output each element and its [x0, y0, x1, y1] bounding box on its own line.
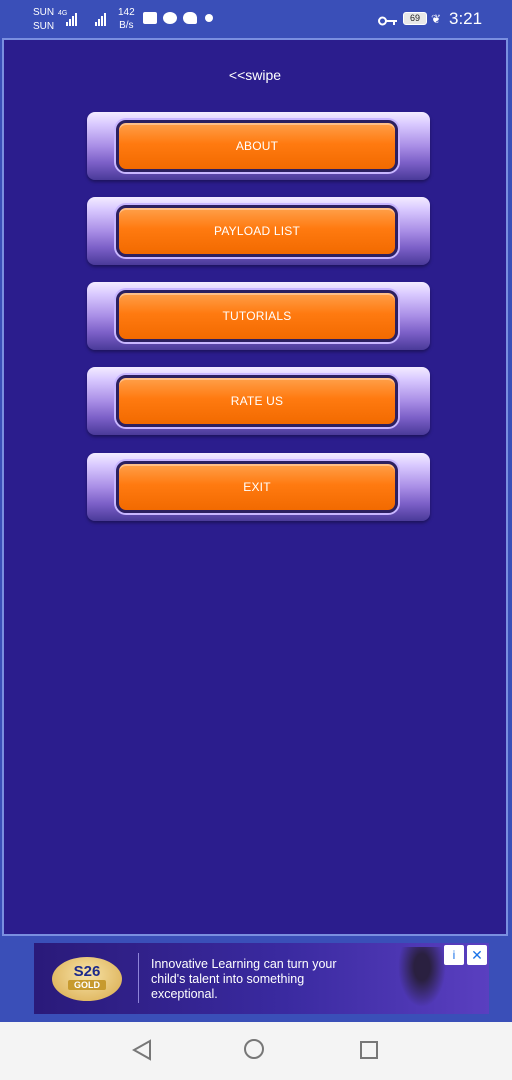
recent-apps-icon[interactable] — [360, 1041, 378, 1059]
activity-icon — [143, 12, 157, 24]
speed-unit: B/s — [119, 20, 134, 31]
ad-headline[interactable]: Innovative Learning can turn your child'… — [151, 957, 351, 1002]
key-icon — [378, 13, 398, 31]
chat-icon — [183, 12, 197, 24]
ad-logo-sub: GOLD — [68, 980, 106, 990]
swipe-hint: <<swipe — [228, 67, 282, 83]
carrier-label-secondary: SUN — [33, 21, 55, 32]
back-icon[interactable] — [131, 1039, 152, 1066]
ad-logo-text: S26 — [73, 963, 101, 980]
ad-close-icon[interactable]: ✕ — [467, 945, 487, 965]
navigation-bar — [0, 1022, 512, 1080]
ad-divider — [138, 953, 139, 1003]
signal-icon — [66, 10, 77, 26]
about-button-label[interactable]: ABOUT — [116, 120, 398, 172]
messenger-icon — [163, 12, 177, 24]
home-icon[interactable] — [244, 1039, 264, 1059]
app-panel: <<swipe ABOUT PAYLOAD LIST TUTORIALS RAT… — [2, 38, 508, 936]
exit-button[interactable]: EXIT — [87, 453, 430, 521]
payload-list-button-label[interactable]: PAYLOAD LIST — [116, 205, 398, 257]
battery-icon: 69 — [403, 12, 427, 25]
payload-list-button[interactable]: PAYLOAD LIST — [87, 197, 430, 265]
status-bar: SUN SUN 4G 142 B/s 69 ❦ 3:21 — [0, 0, 512, 38]
tutorials-button-label[interactable]: TUTORIALS — [116, 290, 398, 342]
rate-us-button-label[interactable]: RATE US — [116, 375, 398, 427]
notification-dot-icon — [205, 14, 213, 22]
speed-value: 142 — [118, 7, 135, 18]
ad-logo: S26 GOLD — [52, 957, 122, 1001]
carrier-label: SUN — [33, 7, 55, 18]
rate-us-button[interactable]: RATE US — [87, 367, 430, 435]
about-button[interactable]: ABOUT — [87, 112, 430, 180]
network-speed: 142 B/s — [118, 6, 135, 32]
signal-icon-2 — [95, 10, 106, 26]
ad-info-icon[interactable]: i — [444, 945, 464, 965]
ad-banner[interactable]: S26 GOLD Innovative Learning can turn yo… — [34, 943, 489, 1014]
leaf-icon: ❦ — [431, 12, 442, 26]
exit-button-label[interactable]: EXIT — [116, 461, 398, 513]
ad-image — [394, 947, 450, 1014]
clock: 3:21 — [449, 9, 483, 28]
tutorials-button[interactable]: TUTORIALS — [87, 282, 430, 350]
